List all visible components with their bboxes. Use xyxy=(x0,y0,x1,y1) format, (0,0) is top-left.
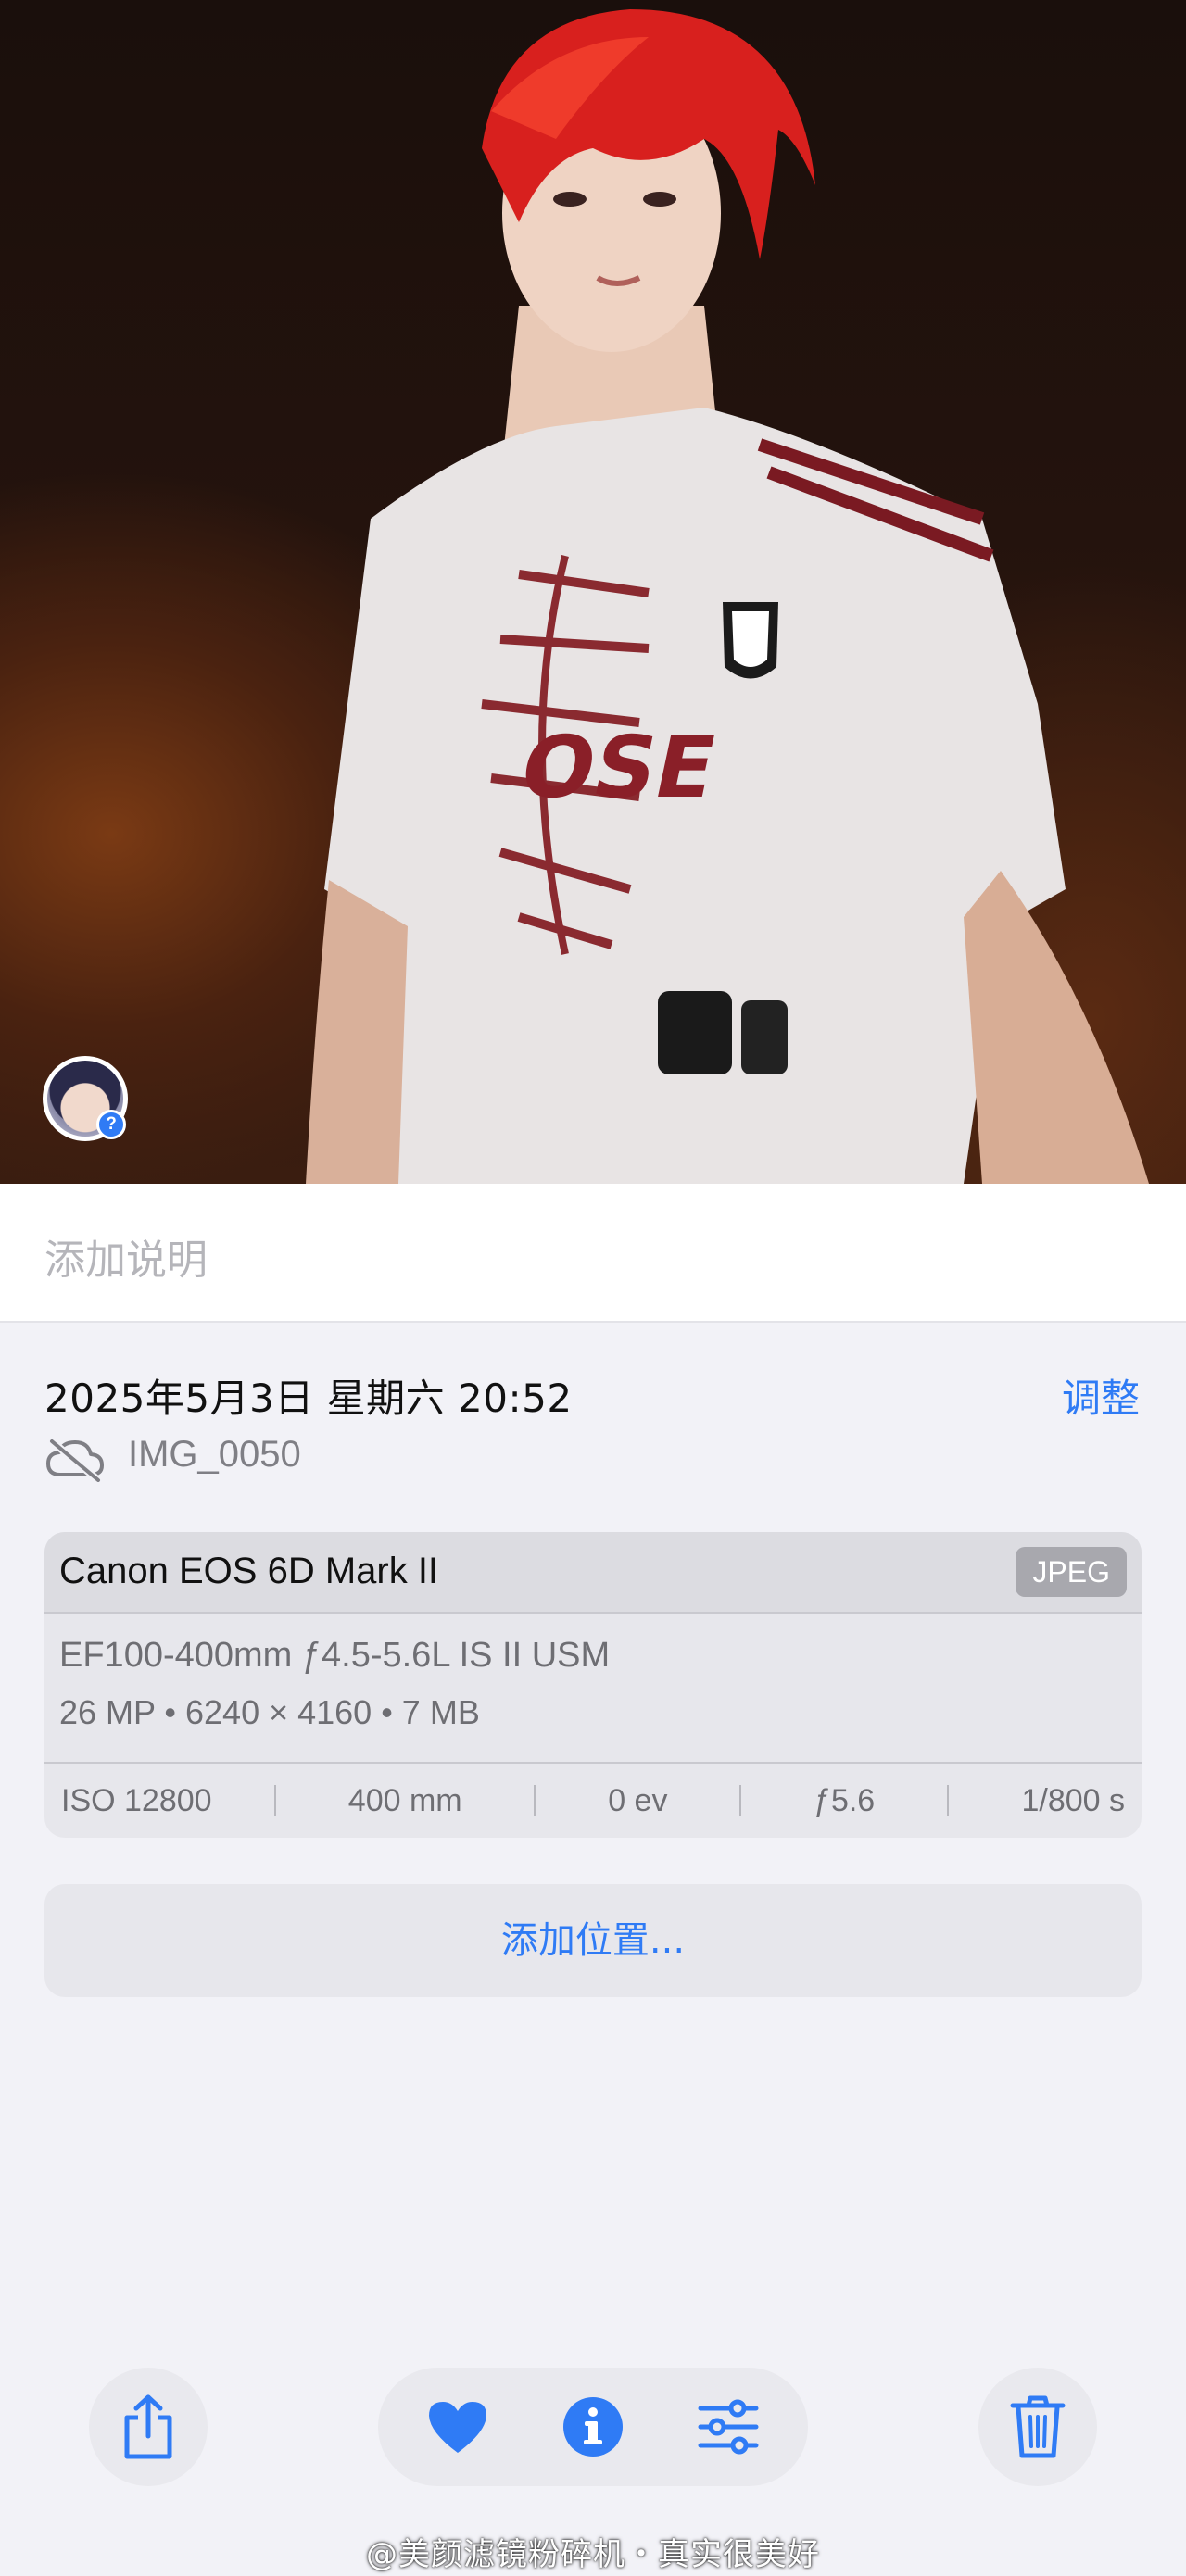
image-specs: 26 MP • 6240 × 4160 • 7 MB xyxy=(59,1693,480,1731)
photo-illustration: OSE xyxy=(306,9,1149,1184)
edit-button[interactable] xyxy=(697,2395,760,2458)
delete-button[interactable] xyxy=(978,2368,1097,2486)
iso-value: ISO 12800 xyxy=(61,1782,212,1818)
aperture-value: ƒ5.6 xyxy=(814,1782,876,1818)
format-badge: JPEG xyxy=(1016,1547,1127,1597)
share-icon xyxy=(124,2394,172,2459)
favorite-button[interactable] xyxy=(426,2395,489,2458)
trash-icon xyxy=(1010,2395,1066,2458)
photo-actions-group xyxy=(378,2368,808,2486)
camera-info-card: Canon EOS 6D Mark II JPEG EF100-400mm ƒ4… xyxy=(44,1532,1142,1838)
photo-preview[interactable]: OSE ? xyxy=(0,0,1186,1184)
adjust-datetime-button[interactable]: 调整 xyxy=(1062,1367,1140,1424)
lens-info: EF100-400mm ƒ4.5-5.6L IS II USM xyxy=(59,1636,611,1675)
add-location-button[interactable]: 添加位置... xyxy=(44,1884,1142,1997)
watermark-text: @美颜滤镜粉碎机・真实很美好 xyxy=(366,2536,820,2573)
people-tag-badge[interactable]: ? xyxy=(43,1056,128,1141)
cloud-slash-icon xyxy=(46,1438,104,1482)
sliders-icon xyxy=(698,2399,759,2455)
focal-length-value: 400 mm xyxy=(347,1782,462,1818)
camera-model: Canon EOS 6D Mark II xyxy=(59,1551,439,1591)
photo-info-screen: OSE ? 添加说明 2025年5月3日 星期六 20:52 调整 IMG_00… xyxy=(0,0,1186,2576)
svg-text:OSE: OSE xyxy=(512,718,725,817)
file-name: IMG_0050 xyxy=(128,1434,301,1475)
info-button[interactable] xyxy=(561,2395,625,2458)
photo-datetime: 2025年5月3日 星期六 20:52 xyxy=(44,1376,573,1421)
exif-row: ISO 12800 400 mm 0 ev ƒ5.6 1/800 s xyxy=(44,1762,1142,1838)
share-button[interactable] xyxy=(89,2368,208,2486)
camera-header: Canon EOS 6D Mark II JPEG xyxy=(44,1532,1142,1614)
heart-icon xyxy=(429,2402,486,2453)
exposure-bias-value: 0 ev xyxy=(608,1782,668,1818)
unknown-person-icon: ? xyxy=(96,1110,126,1139)
info-icon xyxy=(563,2397,623,2457)
shutter-speed-value: 1/800 s xyxy=(1021,1782,1126,1818)
caption-placeholder: 添加说明 xyxy=(44,1237,208,1284)
caption-field[interactable]: 添加说明 xyxy=(0,1184,1186,1323)
